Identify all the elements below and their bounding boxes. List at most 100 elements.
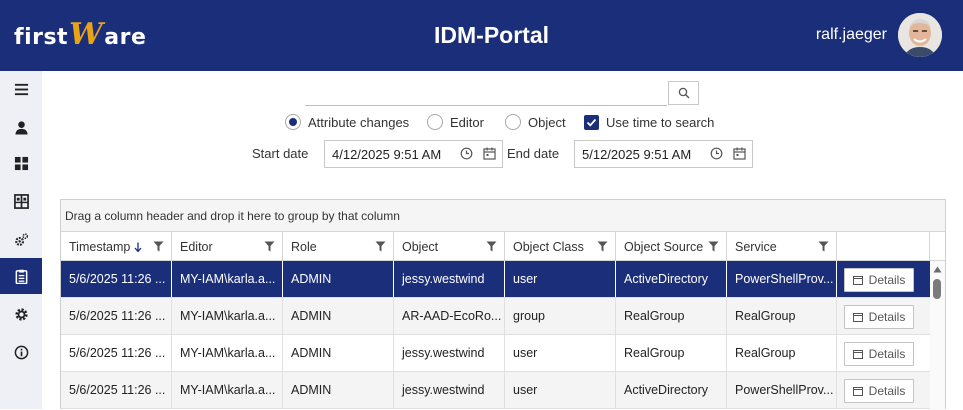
filter-icon[interactable] (818, 241, 829, 252)
clock-icon[interactable] (460, 147, 473, 160)
filter-icon[interactable] (597, 241, 608, 252)
scroll-up-icon[interactable] (933, 266, 942, 273)
column-header-editor[interactable]: Editor (172, 232, 283, 261)
sidebar-item-dashboard[interactable] (0, 145, 42, 181)
window-icon (852, 349, 863, 359)
cell-object-class: group (505, 298, 616, 334)
table-row[interactable]: 5/6/2025 11:26 ... MY-IAM\karla.a... ADM… (61, 261, 930, 298)
info-icon (14, 345, 28, 359)
column-header-role[interactable]: Role (283, 232, 394, 261)
calendar-icon[interactable] (483, 147, 496, 160)
menu-icon (14, 83, 28, 95)
cell-service: PowerShellProv... (727, 261, 837, 297)
user-name[interactable]: ralf.jaeger (816, 26, 887, 44)
check-icon (586, 118, 597, 127)
cell-role: ADMIN (283, 261, 394, 297)
use-time-checkbox[interactable]: Use time to search (584, 112, 714, 132)
sidebar-item-settings[interactable] (0, 296, 42, 332)
gears-icon (14, 232, 28, 246)
checkbox[interactable] (584, 114, 599, 130)
sidebar-item-inventory[interactable] (0, 183, 42, 219)
radio-button[interactable] (505, 114, 521, 130)
dashboard-icon (14, 156, 28, 170)
clock-icon[interactable] (710, 147, 723, 160)
filter-icon[interactable] (708, 241, 719, 252)
vertical-scrollbar[interactable] (930, 261, 945, 410)
column-header-object-source[interactable]: Object Source (616, 232, 727, 261)
search-button[interactable] (668, 81, 699, 105)
cell-object-source: RealGroup (616, 298, 727, 334)
cell-timestamp: 5/6/2025 11:26 ... (61, 335, 172, 371)
clipboard-icon (15, 269, 27, 284)
cell-role: ADMIN (283, 372, 394, 408)
details-button[interactable]: Details (844, 342, 914, 366)
end-date-field[interactable]: 5/12/2025 9:51 AM (574, 140, 753, 168)
sidebar-item-menu[interactable] (0, 71, 42, 107)
sidebar-item-users[interactable] (0, 109, 42, 145)
start-date-field[interactable]: 4/12/2025 9:51 AM (324, 140, 503, 168)
details-button[interactable]: Details (844, 379, 914, 403)
sort-descending-icon (134, 242, 142, 252)
cell-object-class: user (505, 261, 616, 297)
cell-object-class: user (505, 372, 616, 408)
filter-icon[interactable] (486, 241, 497, 252)
cell-object-class: user (505, 335, 616, 371)
app-header: firstWare IDM-Portal ralf.jaeger (0, 0, 963, 71)
filter-icon[interactable] (375, 241, 386, 252)
search-icon (678, 87, 689, 99)
inventory-icon (13, 193, 29, 209)
window-icon (852, 386, 863, 396)
start-date-label: Start date (252, 146, 309, 161)
table-row[interactable]: 5/6/2025 11:26 ... MY-IAM\karla.a... ADM… (61, 298, 930, 335)
cell-editor: MY-IAM\karla.a... (172, 335, 283, 371)
radio-button[interactable] (285, 114, 301, 130)
audit-grid: Drag a column header and drop it here to… (60, 199, 946, 410)
search-input[interactable] (305, 81, 667, 106)
cell-object: AR-AAD-EcoRo... (394, 298, 505, 334)
column-header-object[interactable]: Object (394, 232, 505, 261)
cell-service: RealGroup (727, 335, 837, 371)
sidebar-item-services[interactable] (0, 221, 42, 257)
details-button[interactable]: Details (844, 305, 914, 329)
cell-timestamp: 5/6/2025 11:26 ... (61, 261, 172, 297)
filter-icon[interactable] (153, 241, 164, 252)
window-icon (852, 275, 863, 285)
filter-icon[interactable] (264, 241, 275, 252)
radio-editor[interactable]: Editor (427, 112, 484, 132)
cell-role: ADMIN (283, 298, 394, 334)
column-headers: Timestamp Editor Role Object Object Clas… (61, 232, 945, 261)
table-row[interactable]: 5/6/2025 11:26 ... MY-IAM\karla.a... ADM… (61, 335, 930, 372)
column-header-service[interactable]: Service (727, 232, 837, 261)
user-icon (14, 120, 28, 135)
settings-icon (14, 307, 28, 321)
cell-object-source: RealGroup (616, 335, 727, 371)
scroll-thumb[interactable] (933, 279, 941, 299)
column-header-timestamp[interactable]: Timestamp (61, 232, 172, 261)
sidebar-item-info[interactable] (0, 334, 42, 370)
radio-object[interactable]: Object (505, 112, 566, 132)
cell-editor: MY-IAM\karla.a... (172, 261, 283, 297)
cell-editor: MY-IAM\karla.a... (172, 372, 283, 408)
cell-timestamp: 5/6/2025 11:26 ... (61, 372, 172, 408)
group-panel[interactable]: Drag a column header and drop it here to… (61, 200, 945, 232)
cell-object-source: ActiveDirectory (616, 261, 727, 297)
window-icon (852, 312, 863, 322)
avatar[interactable] (898, 13, 942, 57)
cell-object: jessy.westwind (394, 261, 505, 297)
cell-object: jessy.westwind (394, 335, 505, 371)
column-header-object-class[interactable]: Object Class (505, 232, 616, 261)
details-button[interactable]: Details (844, 268, 914, 292)
sidebar (0, 71, 42, 409)
sidebar-item-audit[interactable] (0, 258, 42, 294)
table-row[interactable]: 5/6/2025 11:26 ... MY-IAM\karla.a... ADM… (61, 372, 930, 409)
cell-service: RealGroup (727, 298, 837, 334)
radio-button[interactable] (427, 114, 443, 130)
radio-attribute-changes[interactable]: Attribute changes (285, 112, 409, 132)
cell-object-source: ActiveDirectory (616, 372, 727, 408)
cell-service: PowerShellProv... (727, 372, 837, 408)
calendar-icon[interactable] (733, 147, 746, 160)
cell-editor: MY-IAM\karla.a... (172, 298, 283, 334)
cell-timestamp: 5/6/2025 11:26 ... (61, 298, 172, 334)
cell-object: jessy.westwind (394, 372, 505, 408)
end-date-label: End date (507, 146, 560, 161)
